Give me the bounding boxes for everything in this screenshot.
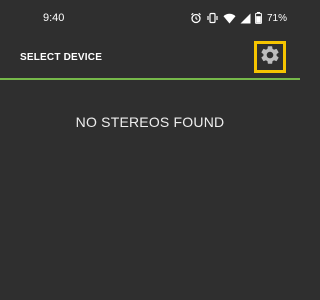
empty-state-message: NO STEREOS FOUND [75, 114, 225, 130]
gear-icon [259, 44, 281, 71]
vibrate-icon [206, 12, 219, 24]
signal-icon [240, 13, 251, 24]
page-title: SELECT DEVICE [20, 52, 103, 63]
alarm-icon [190, 12, 202, 24]
wifi-icon [223, 13, 236, 24]
settings-button[interactable] [254, 41, 286, 73]
battery-percent: 71% [267, 12, 288, 24]
toolbar-divider [0, 78, 300, 80]
status-icons: 71% [190, 10, 287, 26]
status-bar: 9:40 71% [0, 0, 300, 36]
status-time: 9:40 [43, 12, 65, 24]
battery-icon [255, 12, 262, 24]
